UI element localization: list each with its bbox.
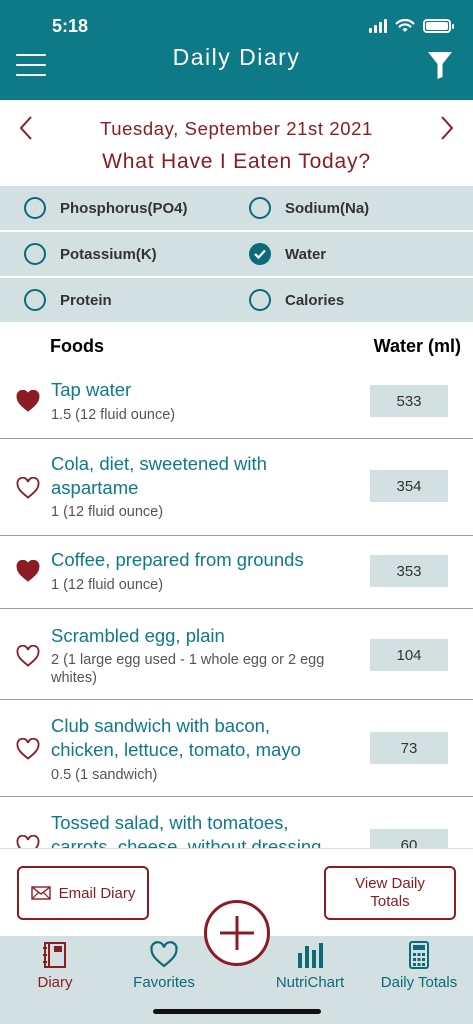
plus-icon <box>220 916 254 950</box>
nutrient-option-sodium[interactable]: Sodium(Na) <box>249 186 369 230</box>
nutrient-option-water[interactable]: Water <box>249 232 326 276</box>
bar-chart-icon <box>298 943 323 968</box>
table-row: Tossed salad, with tomatoes, carrots, ch… <box>0 797 473 848</box>
nutrient-label: Phosphorus(PO4) <box>60 199 188 217</box>
envelope-icon <box>30 886 51 900</box>
nutrient-value[interactable]: 104 <box>370 639 448 671</box>
radio-unchecked-icon <box>24 243 46 265</box>
heart-outline-icon <box>150 941 178 968</box>
date-navigator: Tuesday, September 21st 2021 <box>0 110 473 146</box>
heart-filled-icon[interactable] <box>16 560 40 582</box>
nutrient-row: Potassium(K) Water <box>0 232 473 276</box>
diary-book-icon <box>43 942 66 968</box>
table-row: Scrambled egg, plain 2 (1 large egg used… <box>0 609 473 700</box>
food-quantity: 1.5 (12 fluid ounce) <box>51 407 176 423</box>
app-header: 5:18 Daily Diary <box>0 0 473 100</box>
home-indicator <box>153 1009 321 1014</box>
tab-nutrichart[interactable]: NutriChart <box>270 940 350 996</box>
heart-filled-icon[interactable] <box>16 390 40 412</box>
nutrient-value[interactable]: 353 <box>370 555 448 587</box>
status-time: 5:18 <box>52 16 89 36</box>
status-bar: 5:18 <box>0 16 473 40</box>
nutrient-label: Calories <box>285 291 345 309</box>
food-list[interactable]: Tap water 1.5 (12 fluid ounce) 533 Cola,… <box>0 366 473 848</box>
table-row: Tap water 1.5 (12 fluid ounce) 533 <box>0 366 473 439</box>
nutrient-label: Protein <box>60 291 112 309</box>
tab-label: NutriChart <box>275 974 345 991</box>
food-name[interactable]: Tossed salad, with tomatoes, carrots, ch… <box>51 811 336 848</box>
nutrient-label: Potassium(K) <box>60 245 157 263</box>
tab-label: Daily Totals <box>380 974 458 991</box>
food-quantity: 2 (1 large egg used - 1 whole egg or 2 e… <box>51 652 325 686</box>
radio-unchecked-icon <box>24 197 46 219</box>
nutrient-label: Water <box>285 245 327 263</box>
email-diary-button[interactable]: Email Diary <box>17 866 149 920</box>
nutrient-selector: Phosphorus(PO4) Sodium(Na) Potassium(K) … <box>0 186 473 324</box>
food-quantity: 1 (12 fluid ounce) <box>51 504 164 520</box>
view-daily-totals-button[interactable]: View Daily Totals <box>324 866 456 920</box>
heart-outline-icon[interactable] <box>16 477 40 499</box>
filter-icon[interactable] <box>427 50 453 80</box>
tab-diary[interactable]: Diary <box>34 940 76 996</box>
nutrient-option-calories[interactable]: Calories <box>249 278 344 322</box>
current-date: Tuesday, September 21st 2021 <box>100 118 373 139</box>
heart-outline-icon[interactable] <box>16 645 40 667</box>
nutrient-value[interactable]: 354 <box>370 470 448 502</box>
food-quantity: 0.5 (1 sandwich) <box>51 767 158 783</box>
table-row: Coffee, prepared from grounds 1 (12 flui… <box>0 536 473 609</box>
tab-favorites[interactable]: Favorites <box>128 940 200 996</box>
wifi-icon <box>395 18 415 32</box>
food-name[interactable]: Scrambled egg, plain <box>51 624 351 648</box>
nutrient-value[interactable]: 73 <box>370 732 448 764</box>
food-quantity: 1 (12 fluid ounce) <box>51 577 164 593</box>
nutrient-row: Phosphorus(PO4) Sodium(Na) <box>0 186 473 230</box>
nutrient-value[interactable]: 60 <box>370 829 448 848</box>
table-header: Foods Water (ml) <box>0 326 473 366</box>
foods-column-header: Foods <box>50 336 104 356</box>
heart-outline-icon[interactable] <box>16 738 40 760</box>
nutrient-label: Sodium(Na) <box>285 199 370 217</box>
nutrient-option-protein[interactable]: Protein <box>24 278 112 322</box>
battery-icon <box>423 18 454 33</box>
diary-subtitle: What Have I Eaten Today? <box>102 150 371 173</box>
status-icons <box>369 18 454 33</box>
tab-label: Favorites <box>133 974 195 991</box>
food-name[interactable]: Coffee, prepared from grounds <box>51 548 351 572</box>
value-column-header: Water (ml) <box>373 336 461 356</box>
table-row: Club sandwich with bacon, chicken, lettu… <box>0 700 473 797</box>
radio-unchecked-icon <box>24 289 46 311</box>
radio-unchecked-icon <box>249 197 271 219</box>
nutrient-value[interactable]: 533 <box>370 385 448 417</box>
next-day-icon[interactable] <box>435 114 459 142</box>
nutrient-row: Protein Calories <box>0 278 473 322</box>
tab-label: Diary <box>37 974 73 991</box>
page-title: Daily Diary <box>172 44 301 70</box>
nutrient-option-phosphorus[interactable]: Phosphorus(PO4) <box>24 186 188 230</box>
food-name[interactable]: Club sandwich with bacon, chicken, lettu… <box>51 714 336 762</box>
add-food-button[interactable] <box>204 900 270 966</box>
table-row: Cola, diet, sweetened with aspartame 1 (… <box>0 439 473 536</box>
cellular-signal-icon <box>369 18 387 33</box>
radio-checked-icon <box>249 243 271 265</box>
food-name[interactable]: Tap water <box>51 378 351 402</box>
calculator-icon <box>409 941 429 969</box>
nutrient-option-potassium[interactable]: Potassium(K) <box>24 232 157 276</box>
heart-outline-icon[interactable] <box>16 835 40 848</box>
tab-daily-totals[interactable]: Daily Totals <box>374 940 464 996</box>
radio-unchecked-icon <box>249 289 271 311</box>
email-diary-label: Email Diary <box>58 884 136 902</box>
food-name[interactable]: Cola, diet, sweetened with aspartame <box>51 452 301 500</box>
